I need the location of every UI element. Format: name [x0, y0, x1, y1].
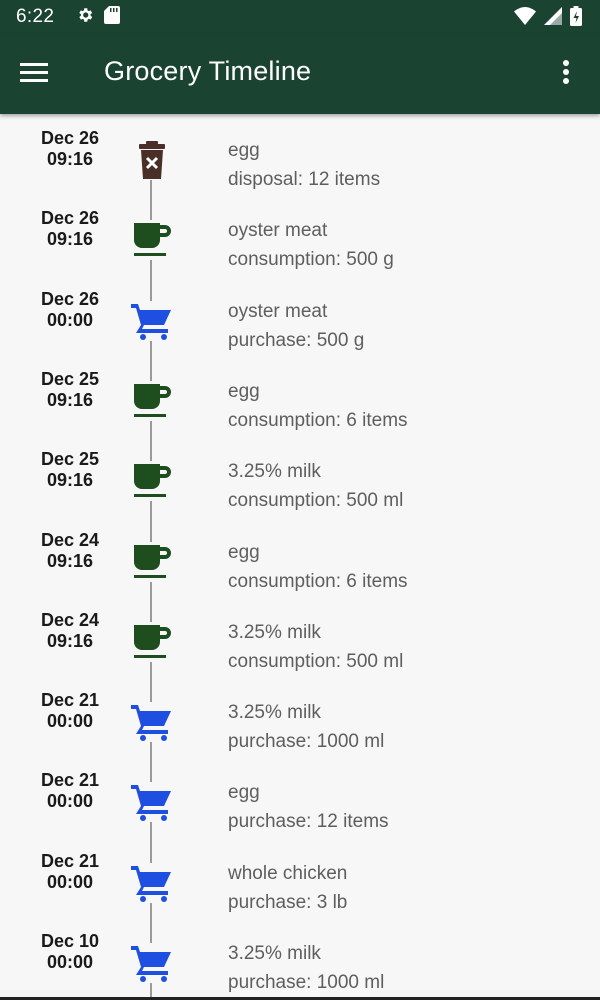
entry-item-name: 3.25% milk — [228, 461, 321, 482]
entry-datetime: Dec 24 09:16 — [24, 530, 116, 572]
entry-detail: consumption: 500 g — [228, 249, 394, 270]
entry-item-name: 3.25% milk — [228, 943, 321, 964]
app-bar: Grocery Timeline — [0, 34, 600, 114]
timeline-entry[interactable]: Dec 21 00:00 egg purchase: 12 items — [0, 756, 600, 836]
entry-time: 00:00 — [46, 872, 94, 892]
entry-detail: purchase: 500 g — [228, 330, 365, 351]
entry-datetime: Dec 24 09:16 — [24, 610, 116, 652]
entry-datetime: Dec 25 09:16 — [24, 449, 116, 491]
entry-item-name: whole chicken — [228, 863, 348, 884]
entry-item-name: egg — [228, 381, 260, 402]
entry-detail: consumption: 6 items — [228, 571, 408, 592]
entry-time: 09:16 — [46, 551, 94, 571]
timeline-entry[interactable]: Dec 10 00:00 3.25% milk purchase: 1000 ml — [0, 917, 600, 997]
entry-item-name: 3.25% milk — [228, 622, 321, 643]
entry-date: Dec 10 — [40, 931, 100, 951]
wifi-icon — [514, 7, 536, 30]
entry-item-name: oyster meat — [228, 301, 328, 322]
cart-icon — [130, 863, 174, 903]
battery-icon — [570, 6, 582, 31]
entry-datetime: Dec 21 00:00 — [24, 770, 116, 812]
timeline-entry[interactable]: Dec 26 09:16 egg disposal: 12 items — [0, 114, 600, 194]
entry-time: 00:00 — [46, 952, 94, 972]
signal-icon — [544, 7, 562, 30]
entry-item-name: egg — [228, 140, 260, 161]
entry-time: 09:16 — [46, 229, 94, 249]
entry-detail: purchase: 1000 ml — [228, 972, 385, 993]
entry-date: Dec 24 — [40, 530, 100, 550]
entry-time: 09:16 — [46, 149, 94, 169]
cart-icon — [130, 702, 174, 742]
cup-icon — [130, 381, 174, 421]
entry-time: 00:00 — [46, 711, 94, 731]
more-vert-icon[interactable] — [560, 58, 580, 92]
entry-detail: disposal: 12 items — [228, 169, 381, 190]
entry-detail: consumption: 6 items — [228, 410, 408, 431]
hamburger-menu-icon[interactable] — [20, 58, 60, 92]
timeline-list[interactable]: Dec 26 09:16 egg disposal: 12 items Dec 26 09… — [0, 114, 600, 998]
entry-detail: consumption: 500 ml — [228, 651, 404, 672]
cup-icon — [130, 461, 174, 501]
entry-time: 09:16 — [46, 470, 94, 490]
timeline-entry[interactable]: Dec 21 00:00 3.25% milk purchase: 1000 ml — [0, 676, 600, 756]
trash-icon — [130, 140, 174, 180]
entry-item-name: egg — [228, 542, 260, 563]
sd-card-icon — [104, 6, 120, 29]
entry-date: Dec 25 — [40, 369, 100, 389]
entry-time: 00:00 — [46, 791, 94, 811]
entry-time: 00:00 — [46, 310, 94, 330]
cup-icon — [130, 220, 174, 260]
entry-datetime: Dec 21 00:00 — [24, 690, 116, 732]
entry-date: Dec 21 — [40, 851, 100, 871]
entry-date: Dec 24 — [40, 610, 100, 630]
timeline-entry[interactable]: Dec 26 00:00 oyster meat purchase: 500 g — [0, 275, 600, 355]
cup-icon — [130, 622, 174, 662]
entry-date: Dec 26 — [40, 128, 100, 148]
gear-icon — [76, 6, 94, 29]
entry-date: Dec 26 — [40, 289, 100, 309]
cup-icon — [130, 542, 174, 582]
entry-datetime: Dec 26 00:00 — [24, 289, 116, 331]
timeline-entry[interactable]: Dec 25 09:16 egg consumption: 6 items — [0, 355, 600, 435]
timeline-entry[interactable]: Dec 24 09:16 egg consumption: 6 items — [0, 516, 600, 596]
cart-icon — [130, 301, 174, 341]
entry-datetime: Dec 21 00:00 — [24, 851, 116, 893]
entry-date: Dec 21 — [40, 690, 100, 710]
timeline-entry[interactable]: Dec 25 09:16 3.25% milk consumption: 500 ml — [0, 435, 600, 515]
entry-date: Dec 25 — [40, 449, 100, 469]
entry-datetime: Dec 10 00:00 — [24, 931, 116, 973]
status-time: 6:22 — [16, 6, 55, 27]
page-title: Grocery Timeline — [104, 56, 312, 86]
entry-detail: consumption: 500 ml — [228, 490, 404, 511]
entry-date: Dec 26 — [40, 208, 100, 228]
entry-item-name: 3.25% milk — [228, 702, 321, 723]
entry-detail: purchase: 12 items — [228, 811, 389, 832]
entry-datetime: Dec 26 09:16 — [24, 128, 116, 170]
entry-detail: purchase: 3 lb — [228, 892, 348, 913]
entry-date: Dec 21 — [40, 770, 100, 790]
cart-icon — [130, 782, 174, 822]
timeline-entry[interactable]: Dec 26 09:16 oyster meat consumption: 500 g — [0, 194, 600, 274]
timeline-entry[interactable]: Dec 24 09:16 3.25% milk consumption: 500 ml — [0, 596, 600, 676]
entry-item-name: oyster meat — [228, 220, 328, 241]
entry-item-name: egg — [228, 782, 260, 803]
status-bar: 6:22 — [0, 0, 600, 34]
entry-detail: purchase: 1000 ml — [228, 731, 385, 752]
entry-datetime: Dec 26 09:16 — [24, 208, 116, 250]
entry-datetime: Dec 25 09:16 — [24, 369, 116, 411]
entry-time: 09:16 — [46, 390, 94, 410]
cart-icon — [130, 943, 174, 983]
entry-time: 09:16 — [46, 631, 94, 651]
timeline-entry[interactable]: Dec 21 00:00 whole chicken purchase: 3 lb — [0, 837, 600, 917]
